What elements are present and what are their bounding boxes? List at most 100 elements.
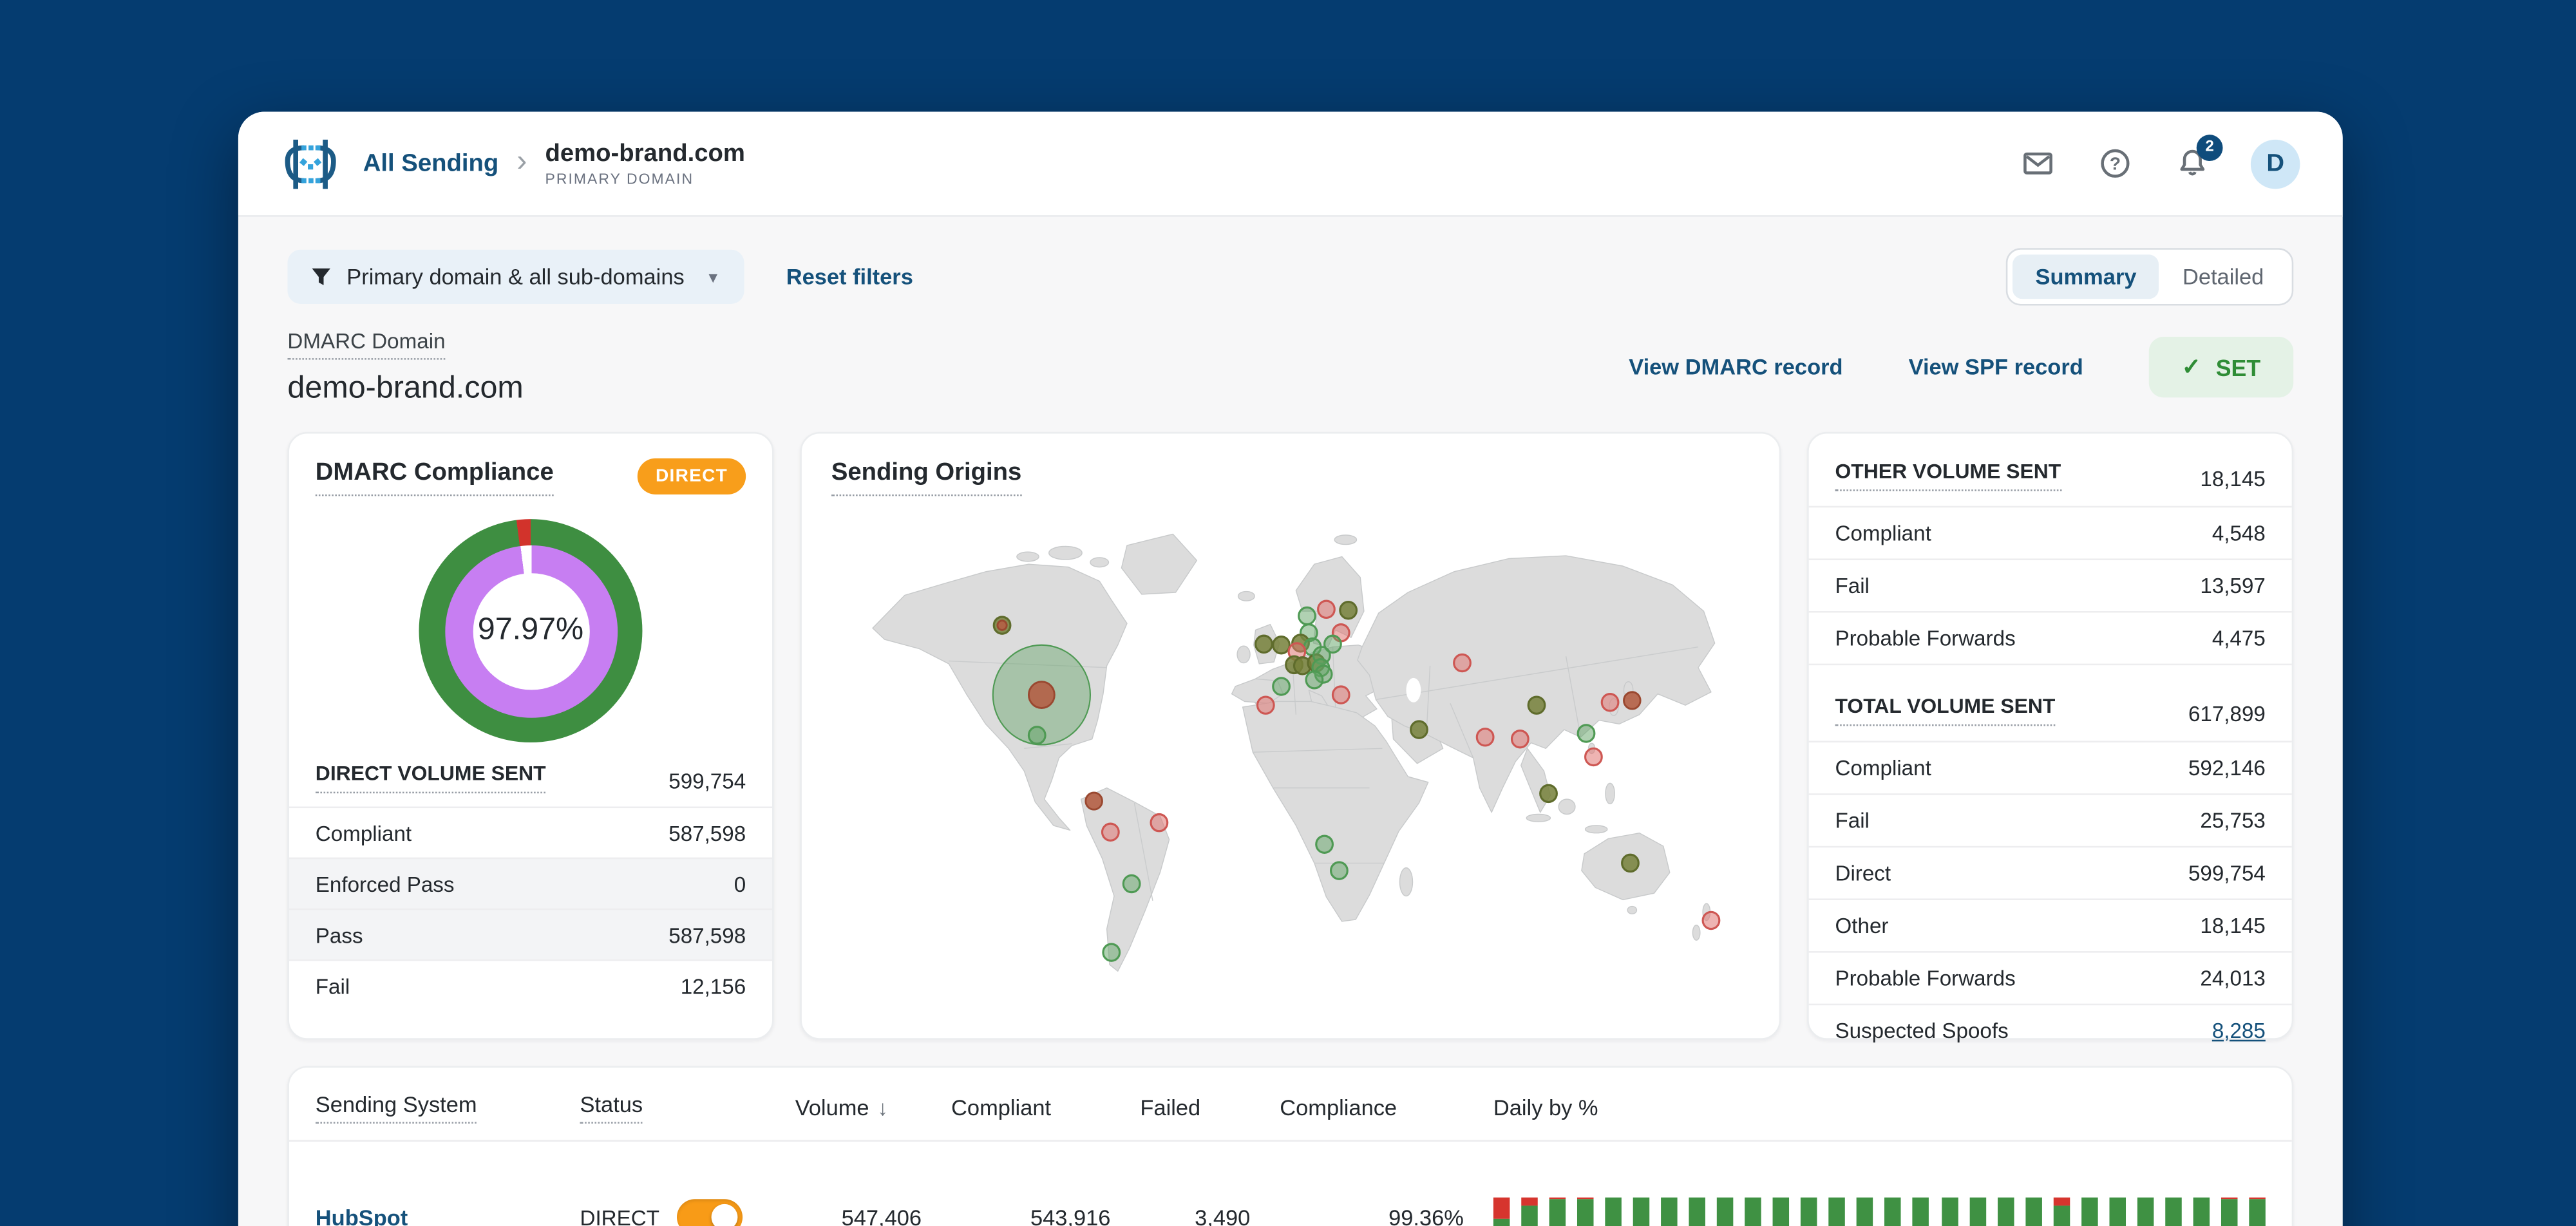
dmarc-domain-row: DMARC Domain demo-brand.com View DMARC r… — [287, 327, 2294, 408]
map-marker-brick — [1623, 691, 1642, 710]
stat-value: 0 — [734, 871, 746, 896]
compliance-percentage: 97.97% — [472, 572, 589, 690]
row-value: 24,013 — [2200, 965, 2266, 991]
map-marker-red — [1475, 728, 1495, 747]
daily-bar — [2108, 1197, 2126, 1226]
world-map — [831, 506, 1750, 1014]
stat-label: Pass — [315, 922, 363, 947]
map-marker-green — [1298, 606, 1316, 626]
col-daily-by-pct[interactable]: Daily by % — [1493, 1095, 2266, 1119]
daily-bar — [1717, 1197, 1734, 1226]
col-sending-system[interactable]: Sending System — [315, 1091, 477, 1123]
map-marker-olive — [1410, 720, 1428, 739]
stat-value: 587,598 — [668, 820, 746, 845]
map-marker-red — [1256, 695, 1275, 715]
total-volume-header: TOTAL VOLUME SENT 617,899 — [1809, 688, 2292, 741]
reset-filters-link[interactable]: Reset filters — [786, 265, 913, 289]
col-compliant[interactable]: Compliant — [951, 1095, 1140, 1119]
suspected-spoofs-link[interactable]: 8,285 — [2212, 1019, 2266, 1043]
map-marker-green — [1330, 861, 1349, 880]
dmarc-compliance-title: DMARC Compliance — [315, 458, 554, 496]
col-status[interactable]: Status — [580, 1091, 643, 1123]
bell-icon[interactable]: 2 — [2174, 133, 2223, 182]
col-volume[interactable]: Volume ↓ — [795, 1095, 951, 1119]
avatar[interactable]: D — [2250, 138, 2300, 189]
status-toggle[interactable] — [677, 1199, 744, 1226]
daily-bar — [1493, 1197, 1510, 1226]
row-value: 13,597 — [2200, 573, 2266, 598]
map-marker-red — [1317, 599, 1336, 619]
dmarc-domain-block: DMARC Domain demo-brand.com — [287, 327, 524, 408]
tab-detailed[interactable]: Detailed — [2159, 254, 2287, 299]
daily-bar — [1996, 1197, 2014, 1226]
row-label: Probable Forwards — [1835, 625, 2016, 651]
sending-origins-card: Sending Origins — [800, 431, 1781, 1040]
view-dmarc-record-link[interactable]: View DMARC record — [1629, 355, 1842, 379]
total-row-direct: Direct 599,754 — [1808, 845, 2292, 899]
table-row: HubSpot DIRECT 547,406 543,916 3,490 99.… — [316, 1142, 2266, 1226]
daily-bar-chart — [1493, 1197, 2266, 1226]
screen: All Sending › demo-brand.com PRIMARY DOM… — [0, 0, 2576, 1226]
map-marker-olive — [1621, 853, 1640, 873]
stat-value: 587,598 — [668, 922, 746, 947]
ondmarc-logo[interactable] — [281, 137, 340, 190]
chevron-right-icon: › — [516, 144, 527, 178]
sending-origins-title: Sending Origins — [831, 458, 1022, 496]
col-daily-label: Daily by % — [1493, 1095, 1598, 1120]
row-label: Other — [1835, 913, 1889, 938]
total-row-other: Other 18,145 — [1808, 898, 2292, 951]
other-row-probable-forwards: Probable Forwards 4,475 — [1808, 610, 2292, 664]
col-compliance[interactable]: Compliance — [1280, 1095, 1493, 1119]
chevron-down-icon: ▼ — [705, 269, 721, 285]
tab-summary[interactable]: Summary — [2012, 254, 2160, 299]
map-marker-olive — [1339, 601, 1358, 620]
daily-bar — [1941, 1197, 1958, 1226]
daily-bar — [1521, 1197, 1538, 1226]
map-marker-brick — [1027, 681, 1056, 710]
stat-row-compliant: Compliant 587,598 — [289, 806, 772, 858]
sending-system-link[interactable]: HubSpot — [316, 1205, 580, 1226]
view-spf-record-link[interactable]: View SPF record — [1909, 355, 2083, 379]
map-marker-red — [1600, 693, 1620, 712]
header-actions: ? 2 D — [2019, 133, 2300, 189]
map-marker-red — [1510, 729, 1530, 749]
breadcrumb-all-sending[interactable]: All Sending — [363, 149, 498, 177]
failed-value: 3,490 — [1195, 1205, 1251, 1226]
stat-row-pass: Pass 587,598 — [289, 908, 772, 959]
compliance-donut-chart: 97.97% — [419, 519, 643, 743]
daily-bar — [1633, 1197, 1650, 1226]
stat-label: Fail — [315, 973, 350, 998]
total-row-probable-forwards: Probable Forwards 24,013 — [1808, 951, 2292, 1004]
row-value: 4,548 — [2211, 520, 2266, 545]
daily-bar — [2193, 1197, 2210, 1226]
daily-bar — [1549, 1197, 1566, 1226]
map-marker-brick — [996, 619, 1008, 631]
row-label: Suspected Spoofs — [1835, 1018, 2009, 1043]
status-label: DIRECT — [580, 1205, 659, 1226]
daily-bar — [1801, 1197, 1818, 1226]
dmarc-domain-actions: View DMARC record View SPF record ✓ SET — [1629, 336, 2294, 398]
total-volume-value: 617,899 — [2188, 701, 2266, 726]
compliant-value: 543,916 — [1030, 1205, 1111, 1226]
row-value: 18,145 — [2200, 913, 2266, 938]
page-content: Primary domain & all sub-domains ▼ Reset… — [238, 217, 2343, 1226]
daily-bar — [1689, 1197, 1706, 1226]
other-row-compliant: Compliant 4,548 — [1808, 505, 2292, 559]
domain-scope-dropdown[interactable]: Primary domain & all sub-domains ▼ — [287, 249, 744, 304]
other-row-fail: Fail 13,597 — [1808, 558, 2292, 611]
map-marker-green — [1577, 724, 1596, 743]
daily-bar — [2025, 1197, 2041, 1226]
direct-badge: DIRECT — [637, 458, 746, 495]
row-label: Compliant — [1835, 755, 1931, 780]
row-label: Fail — [1835, 573, 1870, 598]
help-icon[interactable]: ? — [2096, 146, 2132, 182]
daily-bar — [1857, 1197, 1874, 1226]
total-volume-label: TOTAL VOLUME SENT — [1835, 695, 2056, 726]
mail-icon[interactable] — [2019, 146, 2055, 182]
other-volume-label: OTHER VOLUME SENT — [1835, 460, 2061, 491]
map-marker-green — [1027, 726, 1046, 745]
set-status-button[interactable]: ✓ SET — [2148, 336, 2294, 398]
col-failed[interactable]: Failed — [1140, 1095, 1280, 1119]
row-value: 25,753 — [2200, 808, 2266, 833]
daily-bar — [1773, 1197, 1790, 1226]
